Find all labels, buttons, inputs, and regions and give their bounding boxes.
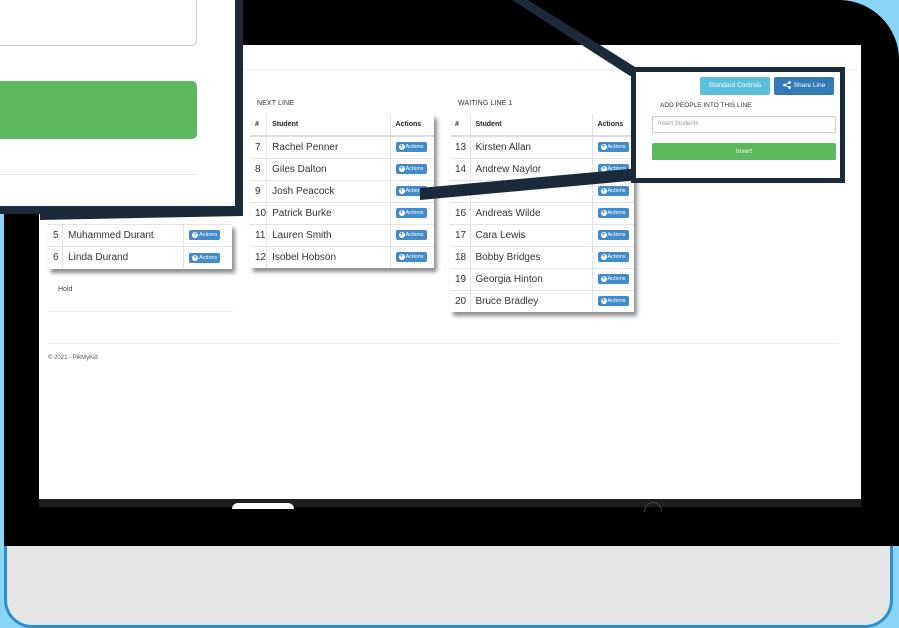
callout-line-middle (420, 168, 640, 200)
insert-button[interactable]: Insert (652, 143, 836, 160)
zoom-callout-left (0, 0, 243, 214)
zoomed-insert-button[interactable] (0, 81, 197, 139)
standard-controls-button[interactable]: Standard Controls (700, 77, 770, 95)
share-line-button[interactable]: Share Line (774, 77, 834, 95)
share-line-label: Share Line (793, 82, 826, 89)
zoomed-divider (0, 174, 198, 175)
insert-students-input[interactable]: Insert Students (652, 116, 836, 133)
callout-line-top (512, 0, 640, 76)
add-people-heading: ADD PEOPLE INTO THIS LINE (660, 102, 752, 109)
add-people-panel: Standard Controls Share Line ADD PEOPLE … (631, 67, 845, 183)
share-icon (782, 81, 791, 90)
zoomed-input-field[interactable] (0, 0, 197, 46)
